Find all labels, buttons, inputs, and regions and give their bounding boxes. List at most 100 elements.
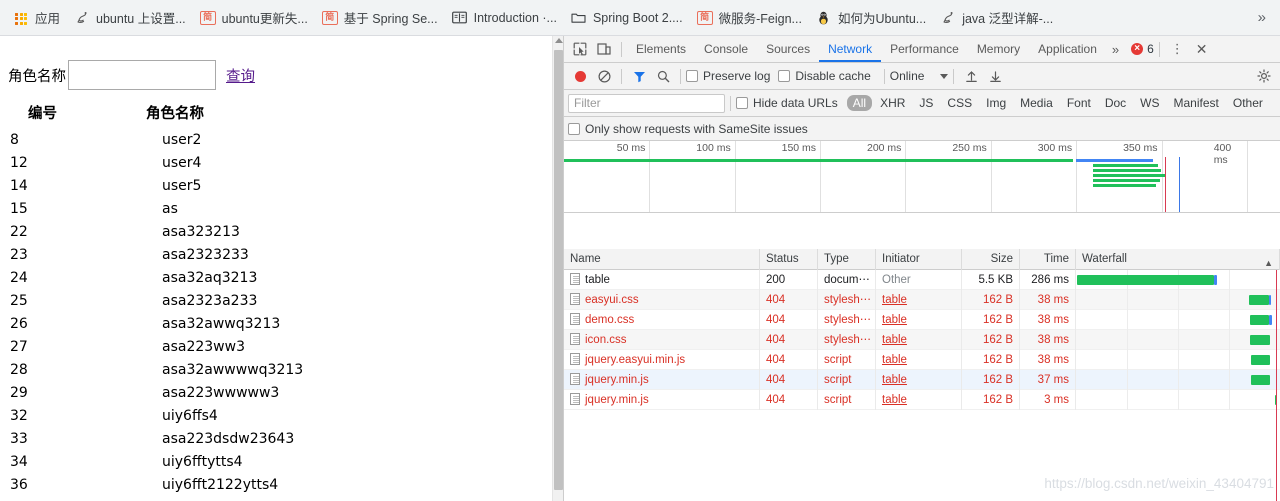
scrollbar-thumb[interactable] — [554, 50, 563, 490]
roles-table-row: 15 as — [8, 198, 386, 221]
table-row[interactable]: jquery.min.js 404 script table 162 B3 ms — [564, 389, 1280, 410]
roles-table-row: 36 uiy6fft2122ytts4 — [8, 474, 386, 497]
column-header-initiator[interactable]: Initiator — [876, 248, 962, 270]
filter-type-ws[interactable]: WS — [1134, 95, 1165, 111]
import-har-icon[interactable] — [959, 66, 983, 87]
filter-input[interactable]: Filter — [568, 93, 725, 113]
filter-type-js[interactable]: JS — [913, 95, 939, 111]
disable-cache-checkbox[interactable]: Disable cache — [778, 69, 871, 83]
filter-type-doc[interactable]: Doc — [1099, 95, 1132, 111]
initiator-link[interactable]: table — [882, 354, 907, 366]
column-header-time[interactable]: Time — [1020, 248, 1076, 270]
filter-type-manifest[interactable]: Manifest — [1168, 95, 1225, 111]
filter-type-media[interactable]: Media — [1014, 95, 1059, 111]
overview-request-bar — [1093, 164, 1159, 167]
filter-type-all[interactable]: All — [846, 95, 873, 111]
filter-type-img[interactable]: Img — [980, 95, 1012, 111]
device-toolbar-icon[interactable] — [592, 39, 616, 60]
column-header-waterfall[interactable]: Waterfall ▲ — [1076, 248, 1280, 270]
initiator-link[interactable]: table — [882, 374, 907, 386]
clear-button-icon[interactable] — [592, 66, 616, 87]
bookmark-item-0[interactable]: ubuntu 上设置... — [67, 5, 193, 31]
devtools-menu-kebab-icon[interactable]: ⋮ — [1165, 41, 1190, 57]
table-row[interactable]: demo.css 404 stylesh⋯ table 162 B 38 ms — [564, 309, 1280, 330]
bookmark-item-1[interactable]: 简 ubuntu更新失... — [193, 5, 315, 31]
table-row[interactable]: easyui.css 404 stylesh⋯ table 162 B 38 ms — [564, 289, 1280, 310]
column-header-status[interactable]: Status — [760, 248, 818, 270]
bookmark-item-6[interactable]: 如何为Ubuntu... — [809, 5, 933, 31]
bookmark-item-5[interactable]: 简 微服务-Feign... — [690, 5, 809, 31]
request-time-cell: 286 ms — [1020, 269, 1076, 290]
overview-tick-label: 100 ms — [696, 142, 731, 154]
bookmark-item-7[interactable]: java 泛型详解-... — [933, 5, 1060, 31]
tab-performance[interactable]: Performance — [881, 36, 968, 62]
more-tabs-button[interactable]: » — [1106, 42, 1125, 57]
filter-type-other[interactable]: Other — [1227, 95, 1269, 111]
hide-data-urls-checkbox[interactable]: Hide data URLs — [736, 96, 838, 110]
close-icon[interactable]: ✕ — [1190, 41, 1214, 58]
network-overview-timeline[interactable]: 50 ms 100 ms 150 ms 200 ms 250 ms 300 ms 350 m… — [564, 141, 1280, 213]
column-header-type[interactable]: Type — [818, 248, 876, 270]
initiator-link[interactable]: table — [882, 334, 907, 346]
roles-table-row: 22 asa323213 — [8, 221, 386, 244]
roles-table-row: 33 asa223dsdw23643 — [8, 428, 386, 451]
role-name-input[interactable] — [68, 60, 216, 90]
search-icon[interactable] — [651, 66, 675, 87]
request-type-cell: script — [818, 389, 876, 410]
column-header-name[interactable]: Name — [564, 248, 760, 270]
table-row[interactable]: jquery.min.js 404 script table 162 B 37 ms — [564, 369, 1280, 390]
request-waterfall-cell — [1076, 389, 1280, 410]
error-count-badge[interactable]: × 6 — [1131, 42, 1154, 56]
page-scrollbar[interactable] — [552, 36, 563, 501]
table-row[interactable]: icon.css 404 stylesh⋯ table 162 B 38 ms — [564, 329, 1280, 350]
inspect-element-icon[interactable] — [568, 39, 592, 60]
initiator-link[interactable]: table — [882, 394, 907, 406]
samesite-issues-checkbox[interactable]: Only show requests with SameSite issues — [568, 122, 808, 136]
overview-request-bar — [1076, 159, 1153, 162]
bookmark-label: 基于 Spring Se... — [343, 12, 438, 26]
waterfall-gridline — [1178, 389, 1179, 410]
preserve-log-checkbox[interactable]: Preserve log — [686, 69, 770, 83]
record-button-icon[interactable] — [568, 66, 592, 87]
bookmark-apps[interactable]: 应用 — [6, 5, 67, 31]
bookmarks-overflow-button[interactable]: » — [1250, 9, 1274, 26]
tab-sources[interactable]: Sources — [757, 36, 819, 62]
initiator-link[interactable]: table — [882, 314, 907, 326]
dom-content-loaded-marker — [1164, 157, 1166, 212]
file-icon — [570, 272, 580, 285]
tab-memory[interactable]: Memory — [968, 36, 1029, 62]
column-header-size[interactable]: Size — [962, 248, 1020, 270]
role-name-cell: asa2323233 — [162, 247, 249, 263]
initiator-link[interactable]: table — [882, 294, 907, 306]
role-name-cell: a1232dsdw23643 — [86, 497, 386, 501]
export-har-icon[interactable] — [983, 66, 1007, 87]
bookmark-item-4[interactable]: Spring Boot 2.... — [564, 5, 690, 31]
table-row[interactable]: jquery.easyui.min.js 404 script table 162 B3… — [564, 349, 1280, 370]
role-id-cell: 8 — [10, 132, 19, 148]
request-initiator-cell: table — [876, 329, 962, 350]
jianshu-icon: 简 — [696, 10, 713, 25]
tab-console[interactable]: Console — [695, 36, 757, 62]
table-row[interactable]: table 200 docum⋯ Other 5.5 KB 286 ms — [564, 269, 1280, 290]
roles-table-row: 28 asa32awwwwq3213 — [8, 359, 386, 382]
throttling-select[interactable]: Online — [890, 69, 949, 83]
settings-gear-icon[interactable] — [1252, 66, 1276, 87]
bookmark-item-2[interactable]: 简 基于 Spring Se... — [315, 5, 445, 31]
waterfall-gridline — [1127, 389, 1128, 410]
bookmark-item-3[interactable]: Introduction ·... — [445, 5, 564, 31]
waterfall-bar-tail — [1268, 294, 1272, 305]
tab-elements[interactable]: Elements — [627, 36, 695, 62]
filter-type-xhr[interactable]: XHR — [874, 95, 911, 111]
filter-type-css[interactable]: CSS — [941, 95, 978, 111]
waterfall-gridline — [1229, 369, 1230, 390]
tab-application[interactable]: Application — [1029, 36, 1106, 62]
hide-data-urls-label: Hide data URLs — [753, 96, 838, 110]
sort-ascending-icon: ▲ — [1264, 257, 1273, 268]
role-name-cell: user5 — [162, 178, 202, 194]
filter-type-font[interactable]: Font — [1061, 95, 1097, 111]
request-name-cell: easyui.css — [564, 289, 760, 310]
tab-network[interactable]: Network — [819, 36, 881, 62]
scroll-up-arrow-icon[interactable] — [554, 38, 563, 43]
query-link[interactable]: 查询 — [226, 65, 255, 86]
filter-icon[interactable] — [627, 66, 651, 87]
